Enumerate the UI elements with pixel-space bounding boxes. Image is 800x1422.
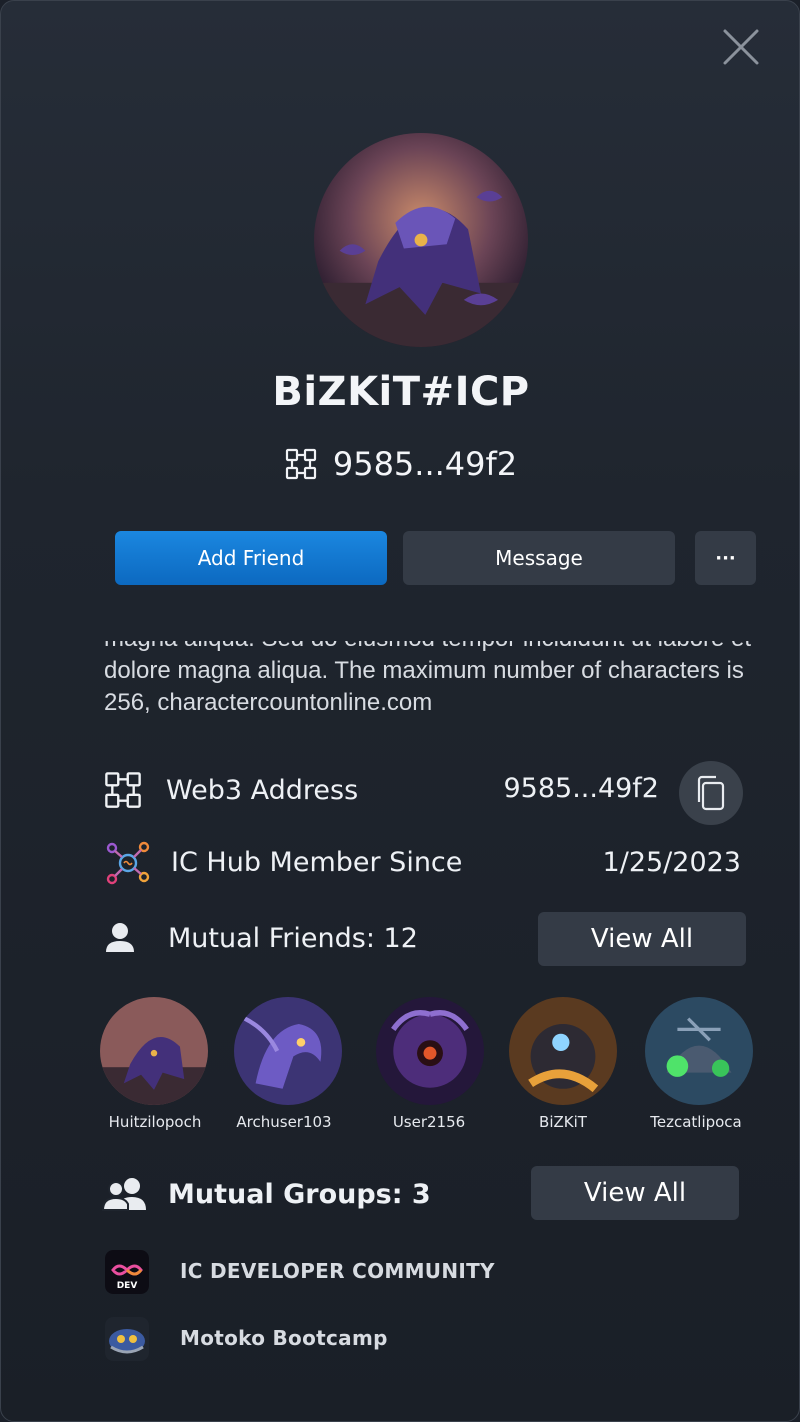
copy-address-button[interactable] xyxy=(679,761,743,825)
web3-address-value: 9585...49f2 xyxy=(503,773,659,804)
group-name[interactable]: Motoko Bootcamp xyxy=(180,1326,388,1350)
view-all-groups-button[interactable]: View All xyxy=(531,1166,739,1220)
mutual-groups-label: Mutual Groups: 3 xyxy=(168,1179,431,1210)
close-icon xyxy=(723,29,759,65)
friend-avatar[interactable] xyxy=(376,997,484,1105)
mutual-friends-label: Mutual Friends: 12 xyxy=(168,923,418,954)
profile-avatar xyxy=(314,133,528,347)
friend-name: BiZKiT xyxy=(539,1113,587,1131)
bio-text-area[interactable]: magna aliqua. Sed do eiusmod tempor inci… xyxy=(104,641,764,733)
close-button[interactable] xyxy=(721,27,761,67)
profile-address: 9585...49f2 xyxy=(1,441,799,487)
username: BiZKiT#ICP xyxy=(272,369,530,415)
friend-avatar[interactable] xyxy=(509,997,617,1105)
friend-name: Archuser103 xyxy=(236,1113,332,1131)
web3-address-label: Web3 Address xyxy=(166,775,359,806)
friend-avatar[interactable] xyxy=(234,997,342,1105)
friend-avatar[interactable] xyxy=(645,997,753,1105)
add-friend-button[interactable]: Add Friend xyxy=(115,531,387,585)
member-since-label: IC Hub Member Since xyxy=(171,847,463,878)
address-grid-icon xyxy=(105,772,141,808)
short-address: 9585...49f2 xyxy=(332,445,518,483)
group-avatar[interactable]: DEV xyxy=(105,1250,149,1294)
bio-text: magna aliqua. Sed do eiusmod tempor inci… xyxy=(104,641,751,716)
friend-name: User2156 xyxy=(392,1113,466,1131)
user-icon xyxy=(106,923,134,952)
copy-icon xyxy=(697,775,725,811)
member-since-value: 1/25/2023 xyxy=(602,847,741,878)
message-button[interactable]: Message xyxy=(403,531,675,585)
profile-modal: BiZKiT#ICP 9585...49f2 Add Friend Messag… xyxy=(0,0,800,1422)
users-icon xyxy=(102,1178,146,1211)
group-avatar[interactable] xyxy=(105,1317,149,1361)
more-options-button[interactable]: ··· xyxy=(695,531,756,585)
friend-avatar[interactable] xyxy=(100,997,208,1105)
group-name[interactable]: IC DEVELOPER COMMUNITY xyxy=(180,1259,495,1283)
address-grid-icon xyxy=(285,448,316,480)
friend-name: Tezcatlipoca xyxy=(650,1113,742,1131)
view-all-friends-button[interactable]: View All xyxy=(538,912,746,966)
ic-hub-icon xyxy=(106,841,150,885)
friend-name: Huitzilopoch xyxy=(108,1113,202,1131)
group-icon-text: DEV xyxy=(117,1281,138,1291)
